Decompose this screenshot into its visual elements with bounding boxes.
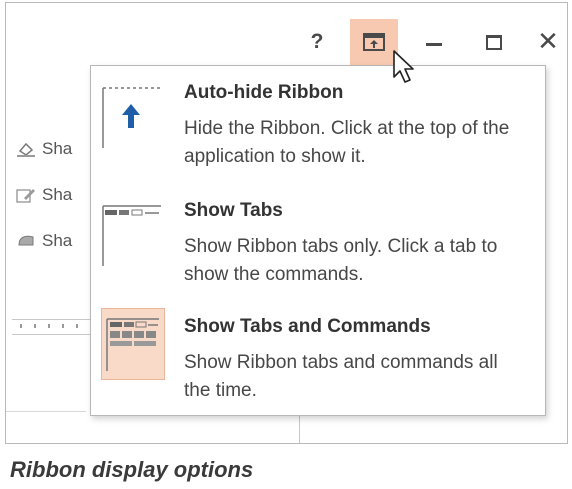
help-icon: ?: [310, 30, 324, 53]
shape-outline-command[interactable]: Sha: [16, 185, 72, 205]
menu-item-description: Hide the Ribbon. Click at the top of the…: [184, 118, 510, 167]
show-tabs-and-commands-icon: [101, 308, 165, 380]
application-window: ? ✕ Sha Sha Sha Auto-hide Ribbon Hide th…: [5, 2, 568, 444]
show-tabs-icon: [102, 205, 161, 266]
menu-item-show-tabs-and-commands[interactable]: Show Tabs and Commands Show Ribbon tabs …: [91, 308, 545, 416]
menu-item-title: Auto-hide Ribbon: [184, 82, 344, 103]
shape-fill-label: Sha: [42, 139, 73, 158]
ruler: [12, 319, 96, 335]
menu-item-title: Show Tabs and Commands: [184, 316, 431, 337]
shape-outline-label: Sha: [42, 185, 73, 204]
menu-item-description: Show Ribbon tabs and commands all the ti…: [184, 352, 498, 401]
shape-effects-label: Sha: [42, 231, 73, 250]
shape-fill-icon: [17, 142, 35, 157]
shape-effects-icon: [18, 235, 34, 246]
minimize-icon: [426, 42, 442, 46]
maximize-icon: [486, 34, 502, 50]
close-icon: ✕: [537, 27, 559, 57]
help-button[interactable]: ?: [303, 19, 331, 65]
maximize-button[interactable]: [474, 19, 514, 65]
ribbon-display-options-icon: [363, 33, 385, 51]
menu-item-description: Show Ribbon tabs only. Click a tab to sh…: [184, 236, 498, 285]
auto-hide-ribbon-icon: [102, 87, 161, 148]
ribbon-display-options-menu: Auto-hide Ribbon Hide the Ribbon. Click …: [90, 65, 546, 416]
mouse-cursor-icon: [393, 50, 414, 83]
menu-item-auto-hide-ribbon[interactable]: Auto-hide Ribbon Hide the Ribbon. Click …: [91, 82, 545, 182]
figure-caption: Ribbon display options: [10, 457, 254, 482]
divider: [6, 411, 86, 412]
shape-effects-command[interactable]: Sha: [16, 231, 72, 251]
shape-outline-icon: [16, 189, 35, 203]
divider: [299, 413, 300, 443]
close-button[interactable]: ✕: [531, 19, 565, 65]
shape-fill-command[interactable]: Sha: [16, 139, 72, 159]
menu-item-title: Show Tabs: [184, 200, 283, 221]
menu-item-show-tabs[interactable]: Show Tabs Show Ribbon tabs only. Click a…: [91, 200, 545, 300]
